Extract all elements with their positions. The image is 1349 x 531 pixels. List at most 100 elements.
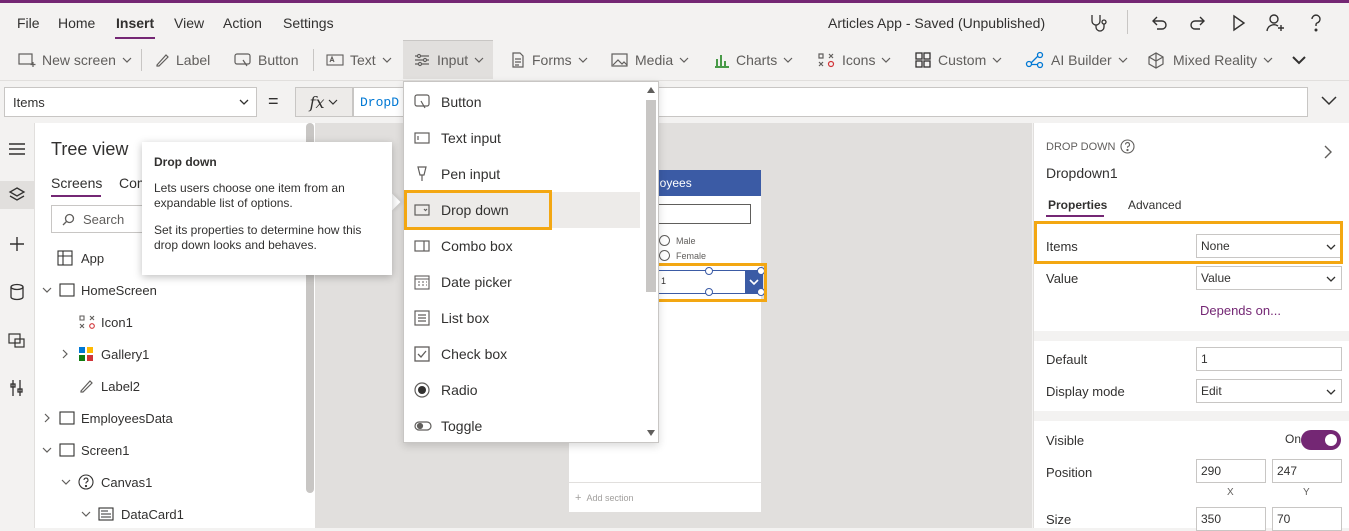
- custom-button[interactable]: Custom: [914, 40, 1002, 80]
- tab-properties[interactable]: Properties: [1048, 198, 1107, 212]
- button-button[interactable]: Button: [234, 40, 298, 80]
- new-screen-button[interactable]: New screen: [18, 40, 132, 80]
- add-section-button[interactable]: + Add section: [569, 482, 761, 513]
- charts-button[interactable]: Charts: [714, 40, 793, 80]
- menu-insert[interactable]: Insert: [116, 15, 154, 31]
- radio-option-male[interactable]: Male: [659, 235, 696, 246]
- property-dropdown[interactable]: Items: [4, 87, 257, 117]
- media-button[interactable]: Media: [611, 40, 689, 80]
- value-dropdown[interactable]: Value: [1196, 266, 1342, 290]
- chevron-down-icon: [122, 57, 132, 63]
- stethoscope-icon[interactable]: [1087, 12, 1109, 34]
- radio-option-female[interactable]: Female: [659, 250, 706, 261]
- new-screen-label: New screen: [42, 52, 116, 68]
- display-mode-label: Display mode: [1046, 384, 1125, 399]
- menu-bar: File Home Insert View Action Settings Ar…: [0, 3, 1349, 40]
- position-y-input[interactable]: 247: [1272, 459, 1342, 483]
- forms-label: Forms: [532, 52, 572, 68]
- mixed-reality-label: Mixed Reality: [1173, 52, 1258, 68]
- input-dropdown-menu: Button Text input Pen input Drop down Co…: [403, 81, 659, 443]
- menu-item-pen-input[interactable]: Pen input: [404, 156, 642, 192]
- default-input[interactable]: 1: [1196, 347, 1342, 371]
- menu-view[interactable]: View: [174, 15, 204, 31]
- expand-formula-icon[interactable]: [1320, 95, 1338, 107]
- label-button[interactable]: Label: [154, 40, 210, 80]
- display-mode-value: Edit: [1201, 384, 1222, 398]
- forms-icon: [512, 52, 524, 68]
- menu-item-button[interactable]: Button: [404, 84, 642, 120]
- scroll-down-icon[interactable]: [647, 430, 655, 436]
- visible-label: Visible: [1046, 433, 1085, 448]
- help-icon[interactable]: [1120, 139, 1135, 154]
- add-icon[interactable]: [0, 230, 34, 258]
- input-label: Input: [437, 52, 469, 68]
- screen-icon: [59, 443, 75, 457]
- ribbon-more-button[interactable]: [1291, 40, 1313, 80]
- tab-screens[interactable]: Screens: [51, 175, 102, 191]
- add-user-icon[interactable]: [1264, 12, 1286, 34]
- forms-button[interactable]: Forms: [510, 40, 588, 80]
- checkbox-icon: [414, 346, 430, 362]
- control-name[interactable]: Dropdown1: [1046, 165, 1118, 181]
- menu-item-text-input[interactable]: Text input: [404, 120, 642, 156]
- layers-icon[interactable]: [0, 181, 34, 209]
- menu-item-radio[interactable]: Radio: [404, 372, 642, 408]
- active-tab-underline: [51, 195, 101, 197]
- menu-home[interactable]: Home: [58, 15, 95, 31]
- help-icon[interactable]: [1305, 12, 1327, 34]
- display-mode-dropdown[interactable]: Edit: [1196, 379, 1342, 403]
- hamburger-icon[interactable]: [0, 135, 34, 163]
- menu-item-check-box[interactable]: Check box: [404, 336, 642, 372]
- media-library-icon[interactable]: [0, 326, 34, 354]
- screen-text-input[interactable]: [655, 204, 751, 224]
- play-icon[interactable]: [1227, 12, 1249, 34]
- menu-item-toggle[interactable]: Toggle: [404, 408, 642, 444]
- menu-scrollbar-thumb[interactable]: [646, 100, 656, 292]
- text-button[interactable]: Text: [326, 40, 392, 80]
- menu-item-list-box[interactable]: List box: [404, 300, 642, 336]
- radio-icon: [414, 382, 430, 398]
- menu-item-label: List box: [441, 310, 490, 326]
- tree-item-label: Icon1: [101, 314, 133, 330]
- menu-action[interactable]: Action: [223, 15, 262, 31]
- menu-separator: [1127, 10, 1128, 34]
- chevron-right-icon[interactable]: [1324, 145, 1332, 159]
- position-x-value: 290: [1201, 464, 1222, 478]
- tab-advanced[interactable]: Advanced: [1128, 198, 1181, 212]
- depends-on-link[interactable]: Depends on...: [1200, 303, 1281, 318]
- menu-item-date-picker[interactable]: Date picker: [404, 264, 642, 300]
- radio-circle: [659, 250, 670, 261]
- mixed-reality-button[interactable]: Mixed Reality: [1147, 40, 1273, 80]
- menu-file[interactable]: File: [17, 15, 40, 31]
- visible-toggle[interactable]: [1301, 430, 1341, 450]
- advanced-tools-icon[interactable]: [0, 374, 34, 402]
- ai-builder-button[interactable]: AI Builder: [1025, 40, 1128, 80]
- chevron-down-icon: [42, 447, 52, 453]
- chevron-down-icon: [1326, 389, 1336, 395]
- position-x-input[interactable]: 290: [1196, 459, 1266, 483]
- ribbon-separator: [141, 49, 142, 71]
- chevron-right-icon: [44, 413, 50, 423]
- size-width-input[interactable]: 350: [1196, 507, 1266, 531]
- menu-settings[interactable]: Settings: [283, 15, 334, 31]
- redo-icon[interactable]: [1187, 12, 1209, 34]
- menu-item-label: Combo box: [441, 238, 513, 254]
- size-height-input[interactable]: 70: [1272, 507, 1342, 531]
- input-button[interactable]: Input: [403, 40, 493, 79]
- value-value: Value: [1201, 271, 1231, 285]
- chevron-down-icon: [783, 57, 793, 63]
- chevron-down-icon: [1263, 57, 1273, 63]
- icons-button[interactable]: Icons: [816, 40, 891, 80]
- menu-item-label: Radio: [441, 382, 478, 398]
- combo-box-icon: [414, 240, 430, 252]
- screen-icon: [59, 283, 75, 297]
- chevron-down-icon: [992, 57, 1002, 63]
- database-icon[interactable]: [0, 278, 34, 306]
- menu-item-label: Check box: [441, 346, 508, 362]
- menu-item-combo-box[interactable]: Combo box: [404, 228, 642, 264]
- active-menu-underline: [115, 37, 155, 39]
- items-highlight-box: [1034, 221, 1343, 264]
- scroll-up-icon[interactable]: [647, 87, 655, 93]
- fx-button[interactable]: fx: [295, 87, 353, 117]
- undo-icon[interactable]: [1148, 12, 1170, 34]
